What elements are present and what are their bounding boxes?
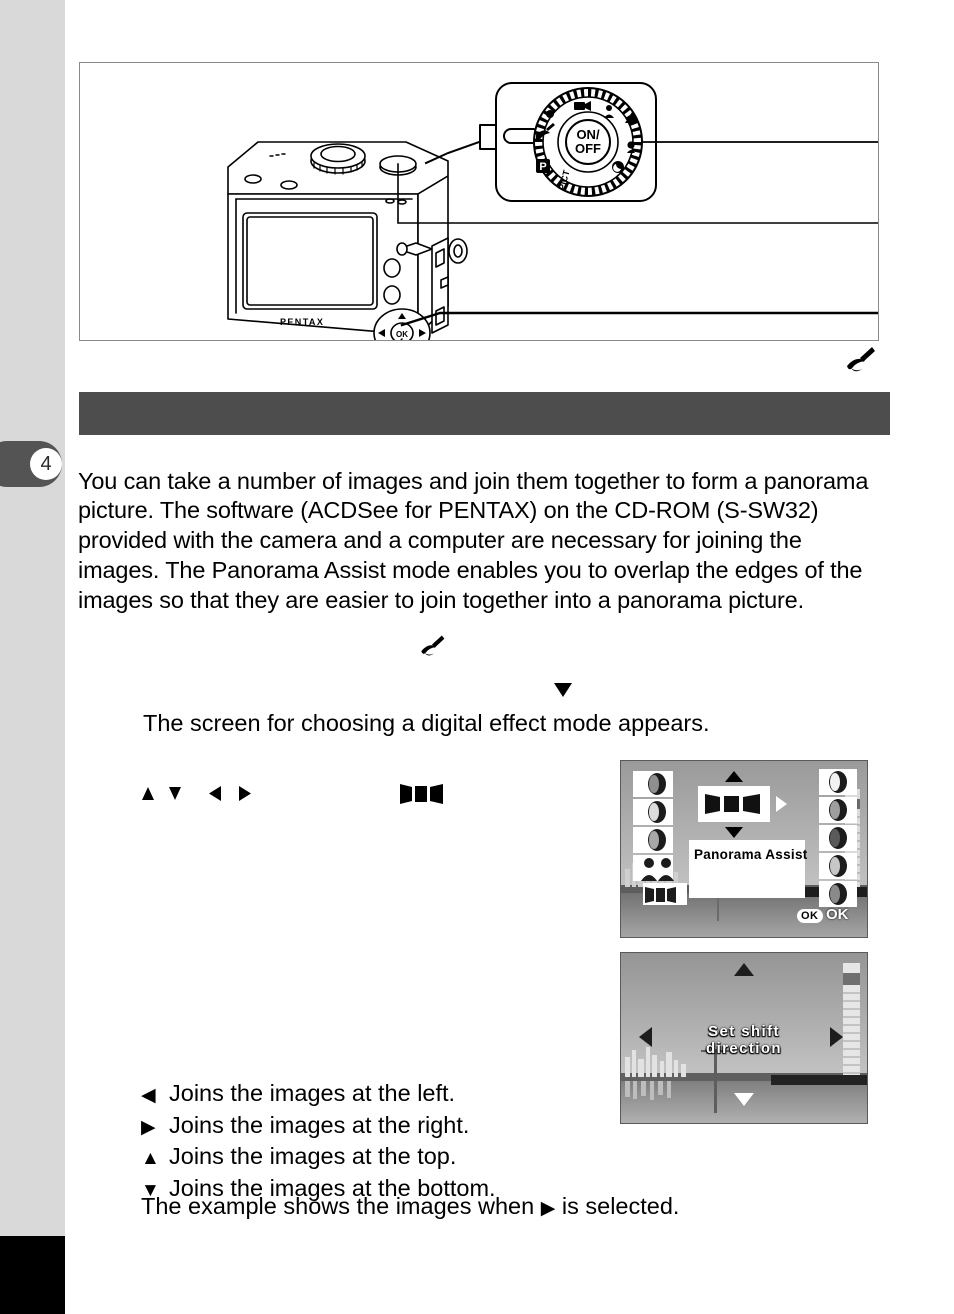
chapter-number-badge: 4 (30, 448, 62, 480)
arrow-right-icon[interactable] (776, 796, 787, 812)
direction-list: ◀ Joins the images at the left. ▶ Joins th… (141, 1079, 496, 1205)
camera-illustration: PENTAX OK ON/ OFF PICT P (227, 82, 878, 340)
menu-left-icons (641, 773, 676, 903)
step-down-arrow-glyph (552, 678, 574, 706)
arrow-down-icon[interactable] (734, 1093, 754, 1106)
example-note: The example shows the images when ▶ is s… (141, 1193, 679, 1220)
panorama-assist-mode-icon-top (843, 346, 877, 381)
arrow-down-icon[interactable] (725, 827, 743, 838)
panorama-assist-symbol (705, 794, 760, 814)
direction-text: Joins the images at the top. (169, 1143, 457, 1169)
page-edge-sidebar-bottom-marker (0, 1236, 65, 1314)
example-note-suffix: is selected. (561, 1193, 680, 1219)
list-item: ◀ Joins the images at the left. (141, 1079, 496, 1111)
lcd-screenshot-shift-direction: Set shift direction (620, 952, 868, 1124)
camera-diagram-box: PENTAX OK ON/ OFF PICT P (79, 62, 879, 341)
camera-brand-label: PENTAX (280, 317, 324, 327)
list-item: ▶ Joins the images at the right. (141, 1111, 496, 1143)
step-result-text: The screen for choosing a digital effect… (143, 710, 710, 736)
menu-right-icons (829, 771, 847, 905)
arrow-right-icon: ▶ (141, 1116, 156, 1138)
lcd-shift-overlay: Set shift direction (621, 953, 867, 1123)
list-item: ▲ Joins the images at the top. (141, 1142, 496, 1174)
direction-text: Joins the images at the left. (169, 1080, 456, 1106)
arrow-up-icon: ▲ (141, 1148, 160, 1169)
step-panorama-symbol (400, 783, 444, 811)
page-edge-sidebar (0, 0, 65, 1236)
arrow-right-icon[interactable] (830, 1027, 843, 1047)
ok-pill-badge[interactable]: OK (797, 909, 823, 923)
step-panorama-mode-icon (418, 634, 446, 666)
arrow-up-icon[interactable] (734, 963, 754, 976)
lcd-screenshot-mode-menu: Panorama Assist OK OK (620, 760, 868, 938)
mode-dial-on-label: ON/ (576, 127, 600, 142)
svg-text:P: P (539, 161, 546, 173)
shift-message-line1: Set shift (708, 1023, 780, 1040)
arrow-up-icon[interactable] (725, 771, 743, 782)
selected-mode-label: Panorama Assist (694, 847, 808, 862)
arrow-left-icon[interactable] (639, 1027, 652, 1047)
intro-paragraph: You can take a number of images and join… (78, 467, 869, 613)
mode-dial-off-label: OFF (575, 141, 601, 156)
example-note-prefix: The example shows the images when (141, 1193, 535, 1219)
section-heading-band (79, 392, 890, 435)
shift-message-line2: direction (706, 1040, 782, 1057)
step-four-way-arrow-glyphs (140, 781, 265, 812)
ok-hint-label: OK (826, 906, 849, 923)
direction-text: Joins the images at the right. (169, 1111, 470, 1138)
ok-button-label: OK (396, 330, 408, 339)
arrow-right-icon: ▶ (540, 1198, 556, 1219)
arrow-left-icon: ◀ (141, 1085, 156, 1106)
lcd-menu-overlay: Panorama Assist OK OK (621, 761, 867, 937)
